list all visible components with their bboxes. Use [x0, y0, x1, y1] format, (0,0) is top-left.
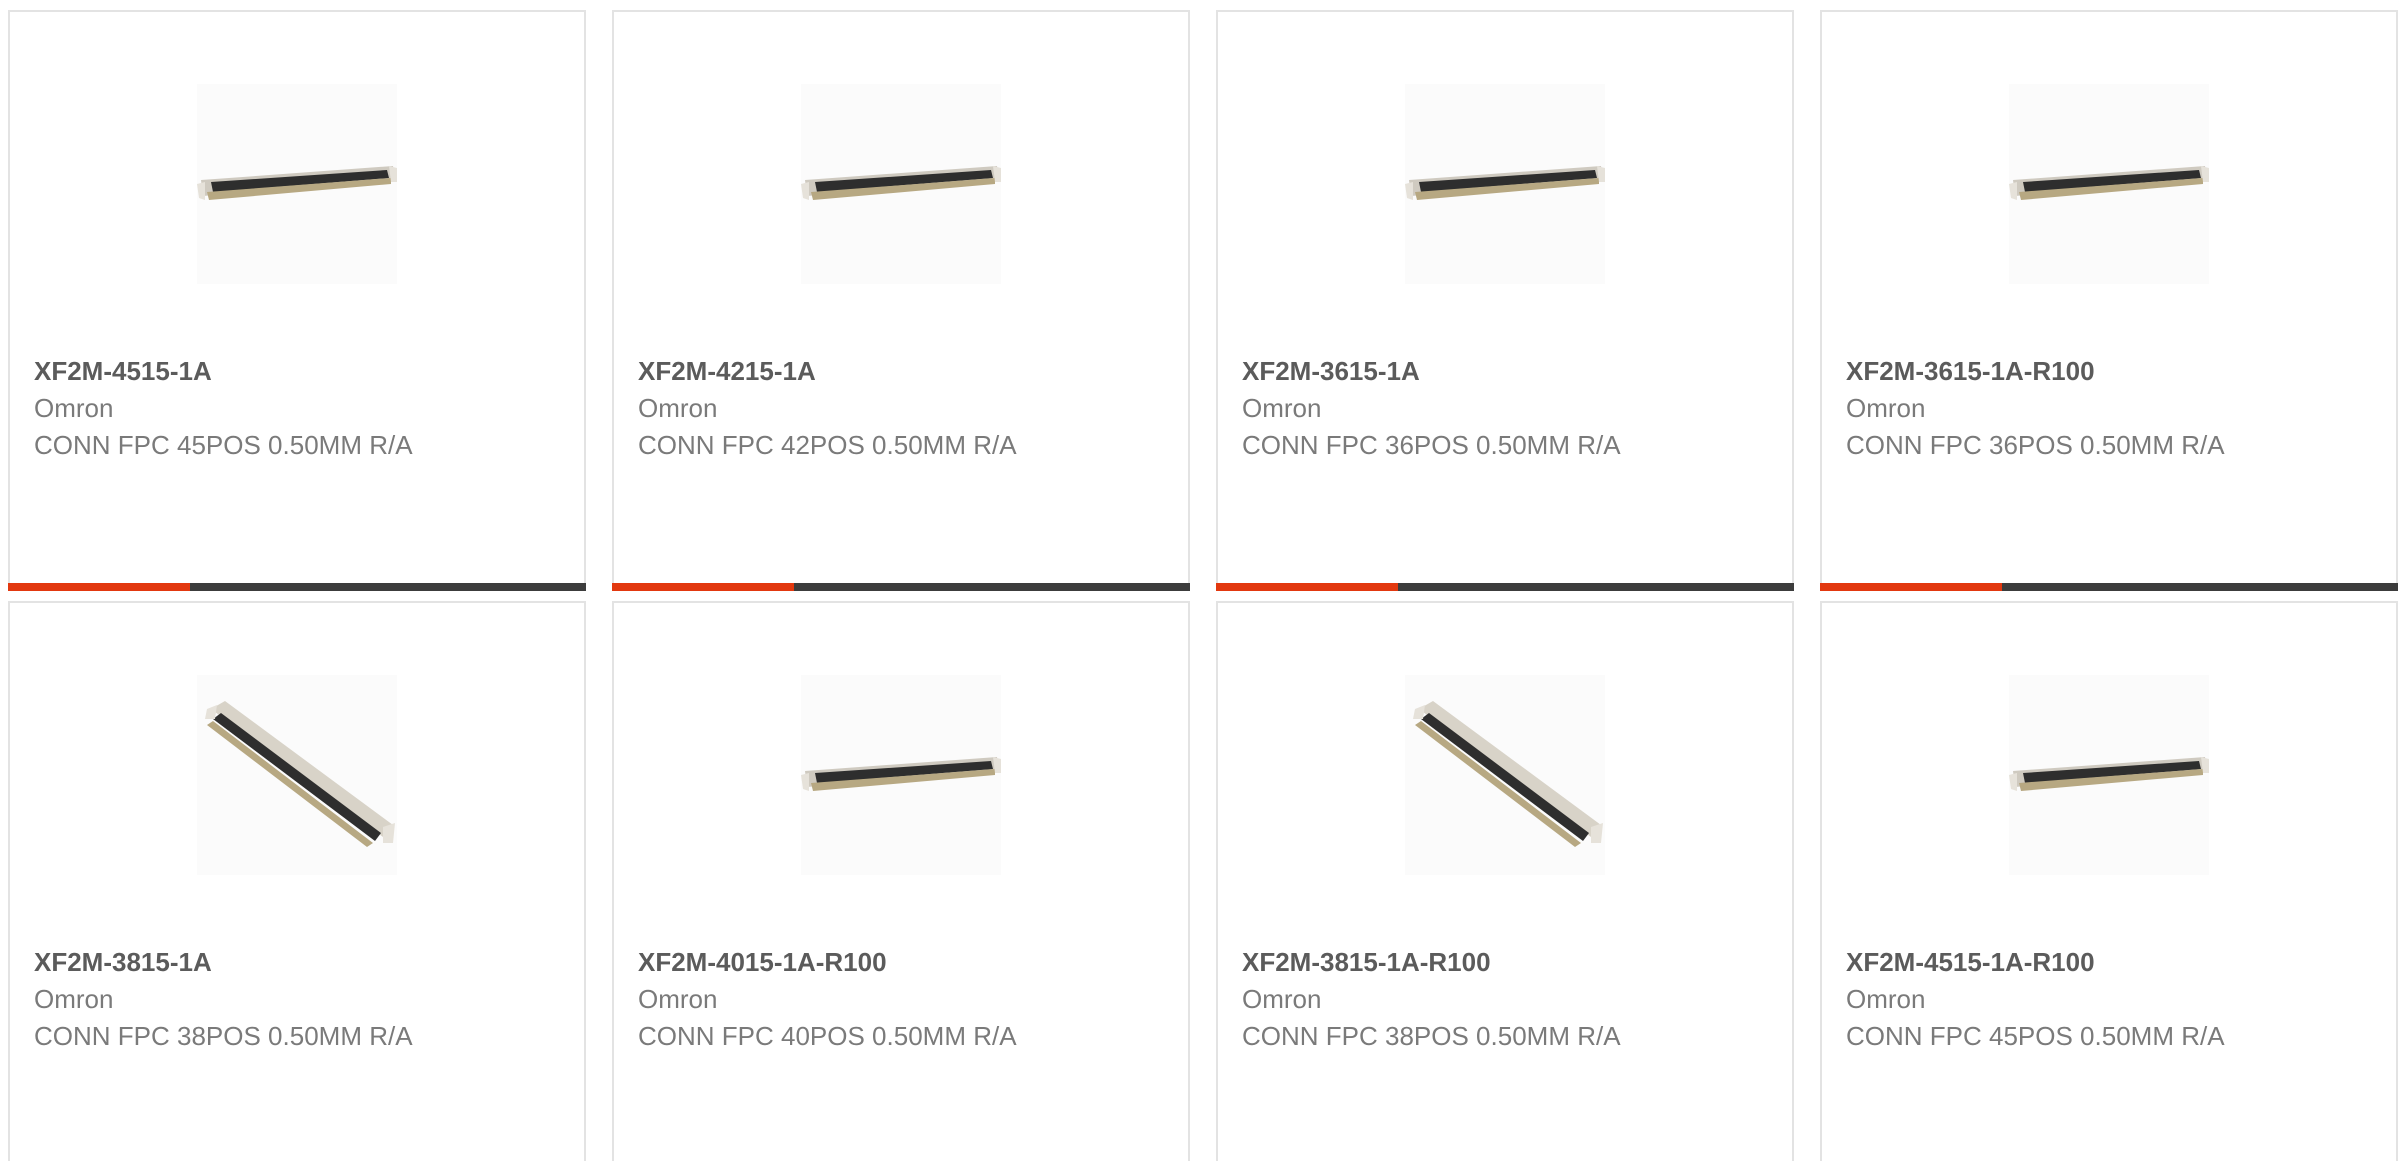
product-card[interactable]: XF2M-3815-1A Omron CONN FPC 38POS 0.50MM…	[8, 601, 586, 1161]
product-card[interactable]: XF2M-4215-1A Omron CONN FPC 42POS 0.50MM…	[612, 10, 1190, 591]
manufacturer: Omron	[638, 393, 718, 423]
fpc-connector-angled-icon	[205, 701, 395, 847]
product-description: CONN FPC 42POS 0.50MM R/A	[638, 430, 1017, 460]
product-card[interactable]: XF2M-4515-1A-R100 Omron CONN FPC 45POS 0…	[1820, 601, 2398, 1161]
fpc-connector-flat-icon	[197, 166, 397, 200]
fpc-connector-flat-icon	[1405, 166, 1605, 200]
product-image[interactable]	[2009, 675, 2209, 875]
manufacturer: Omron	[638, 984, 718, 1014]
card-footer-bar	[1216, 583, 1794, 591]
fpc-connector-flat-icon	[801, 757, 1001, 791]
card-accent-bar	[612, 583, 794, 591]
fpc-connector-flat-icon	[2009, 166, 2209, 200]
card-accent-bar	[1216, 583, 1398, 591]
part-number[interactable]: XF2M-3615-1A-R100	[1846, 356, 2095, 387]
product-image[interactable]	[1405, 675, 1605, 875]
part-number[interactable]: XF2M-4515-1A-R100	[1846, 947, 2095, 978]
product-grid: XF2M-4515-1A Omron CONN FPC 45POS 0.50MM…	[0, 0, 2400, 1161]
product-image[interactable]	[801, 675, 1001, 875]
product-description: CONN FPC 38POS 0.50MM R/A	[1242, 1021, 1621, 1051]
product-image[interactable]	[197, 675, 397, 875]
manufacturer: Omron	[1846, 393, 1926, 423]
product-description: CONN FPC 40POS 0.50MM R/A	[638, 1021, 1017, 1051]
card-footer-bar	[1820, 583, 2398, 591]
manufacturer: Omron	[1242, 984, 1322, 1014]
product-description: CONN FPC 45POS 0.50MM R/A	[1846, 1021, 2225, 1051]
manufacturer: Omron	[34, 984, 114, 1014]
product-description: CONN FPC 36POS 0.50MM R/A	[1846, 430, 2225, 460]
fpc-connector-flat-icon	[801, 166, 1001, 200]
product-description: CONN FPC 36POS 0.50MM R/A	[1242, 430, 1621, 460]
part-number[interactable]: XF2M-4015-1A-R100	[638, 947, 887, 978]
card-accent-bar	[8, 583, 190, 591]
product-image[interactable]	[2009, 84, 2209, 284]
product-card[interactable]: XF2M-3615-1A Omron CONN FPC 36POS 0.50MM…	[1216, 10, 1794, 591]
product-card[interactable]: XF2M-3615-1A-R100 Omron CONN FPC 36POS 0…	[1820, 10, 2398, 591]
product-image[interactable]	[197, 84, 397, 284]
part-number[interactable]: XF2M-4515-1A	[34, 356, 212, 387]
part-number[interactable]: XF2M-4215-1A	[638, 356, 816, 387]
manufacturer: Omron	[34, 393, 114, 423]
product-card[interactable]: XF2M-4515-1A Omron CONN FPC 45POS 0.50MM…	[8, 10, 586, 591]
product-card[interactable]: XF2M-4015-1A-R100 Omron CONN FPC 40POS 0…	[612, 601, 1190, 1161]
manufacturer: Omron	[1846, 984, 1926, 1014]
product-description: CONN FPC 38POS 0.50MM R/A	[34, 1021, 413, 1051]
part-number[interactable]: XF2M-3815-1A	[34, 947, 212, 978]
card-accent-bar	[1820, 583, 2002, 591]
fpc-connector-angled-icon	[1413, 701, 1603, 847]
part-number[interactable]: XF2M-3615-1A	[1242, 356, 1420, 387]
card-footer-bar	[612, 583, 1190, 591]
product-description: CONN FPC 45POS 0.50MM R/A	[34, 430, 413, 460]
product-card[interactable]: XF2M-3815-1A-R100 Omron CONN FPC 38POS 0…	[1216, 601, 1794, 1161]
product-image[interactable]	[1405, 84, 1605, 284]
manufacturer: Omron	[1242, 393, 1322, 423]
fpc-connector-flat-icon	[2009, 757, 2209, 791]
part-number[interactable]: XF2M-3815-1A-R100	[1242, 947, 1491, 978]
product-image[interactable]	[801, 84, 1001, 284]
card-footer-bar	[8, 583, 586, 591]
